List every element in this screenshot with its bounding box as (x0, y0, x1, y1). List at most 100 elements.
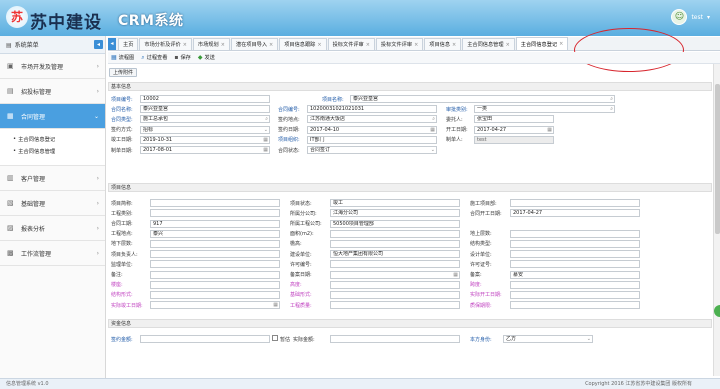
tab-market-analysis[interactable]: 市场分析及评价 × (139, 38, 192, 50)
remark-field[interactable] (150, 270, 280, 279)
send-button[interactable]: ◆ 发送 (198, 54, 215, 61)
contract-status-select[interactable]: 合同签订 ⌄ (307, 146, 437, 155)
user-menu[interactable]: ☺ test ▾ (671, 9, 710, 25)
builder-field[interactable]: 恒大地产集团有限公司 (330, 250, 460, 259)
project-code-field[interactable]: 10002 (140, 95, 270, 104)
sidebar-item-customer[interactable]: ▥ 客户管理 › (0, 166, 105, 191)
tab-project-tracking[interactable]: 项目信息跟踪 × (279, 38, 327, 50)
record-person-field[interactable]: 慕安 (510, 270, 640, 279)
org-field[interactable]: IT部门 (307, 135, 437, 144)
sign-method-select[interactable]: 招标 ⌄ (140, 125, 270, 134)
above-field[interactable] (510, 229, 640, 238)
sidebar-item-bidding[interactable]: ▤ 招投标管理 › (0, 79, 105, 104)
warranty-field[interactable] (510, 301, 640, 310)
submenu-contract-register[interactable]: • 主合同信息登记 (0, 133, 105, 145)
close-icon[interactable]: × (506, 42, 510, 48)
calendar-icon[interactable]: ▦ (263, 147, 268, 153)
tab-bid-review-2[interactable]: 投标文件评审 × (375, 38, 424, 50)
contract-type-field[interactable]: 施工总承包 ⌕ (140, 115, 270, 124)
search-icon[interactable]: ⌕ (610, 106, 613, 112)
quality-field[interactable] (330, 301, 460, 310)
close-icon[interactable]: × (317, 42, 321, 48)
floating-side-button[interactable] (714, 305, 720, 317)
struct-field[interactable] (510, 239, 640, 248)
actual-finish-field[interactable]: ▦ (150, 301, 280, 310)
close-icon[interactable]: × (414, 42, 418, 48)
below-field[interactable] (150, 239, 280, 248)
delegate-field[interactable]: 张宝田 (474, 115, 554, 124)
sign-place-field[interactable]: 江苏南通大饭店 ⌕ (307, 115, 437, 124)
dept-field[interactable]: 50500项目管理部 (330, 219, 460, 228)
contract-code-field[interactable]: 10200031021021031 (307, 105, 437, 114)
collapse-sidebar-button[interactable]: ◂ (94, 40, 103, 49)
search-icon[interactable]: ⌕ (432, 116, 435, 122)
search-icon[interactable]: ⌕ (610, 96, 613, 102)
close-icon[interactable]: × (269, 42, 273, 48)
close-icon[interactable]: × (559, 41, 563, 47)
sidebar-item-report[interactable]: ▨ 报表分析 › (0, 216, 105, 241)
tab-project-info[interactable]: 项目信息 × (424, 38, 462, 50)
flowchart-button[interactable]: ▦ 流程图 (111, 54, 134, 61)
close-icon[interactable]: × (183, 42, 187, 48)
amount-field[interactable] (140, 335, 270, 344)
calendar-icon[interactable]: ▦ (273, 302, 278, 308)
proj-dept-field[interactable] (510, 199, 640, 208)
create-date-field[interactable]: 2017-08-01 ▦ (140, 146, 270, 155)
record-date-field[interactable]: ▦ (330, 270, 460, 279)
span-field[interactable] (510, 280, 640, 289)
height2-field[interactable] (330, 280, 460, 289)
close-icon[interactable]: × (221, 42, 225, 48)
calendar-icon[interactable]: ▦ (547, 127, 552, 133)
building-field[interactable] (150, 280, 280, 289)
branch-field[interactable]: 江海分公司 (330, 209, 460, 218)
calendar-icon[interactable]: ▦ (430, 127, 435, 133)
location-field[interactable]: 泰兴 (150, 229, 280, 238)
vertical-scrollbar[interactable] (713, 64, 720, 376)
scrollbar-thumb[interactable] (715, 84, 720, 234)
height-field[interactable] (330, 239, 460, 248)
close-icon[interactable]: × (366, 42, 370, 48)
actual-start-field[interactable] (510, 290, 640, 299)
tax-checkbox[interactable] (272, 335, 278, 342)
contract-name-field[interactable]: 泰兴亚皇宫 (140, 105, 270, 114)
submenu-contract-manage[interactable]: • 主合同信息管理 (0, 145, 105, 157)
project-name-field[interactable]: 泰兴亚皇宫 ⌕ (350, 95, 615, 104)
manager-field[interactable] (150, 250, 280, 259)
tab-contract-manage[interactable]: 主合同信息管理 × (462, 38, 515, 50)
close-icon[interactable]: × (452, 42, 456, 48)
start-date-field[interactable]: 2017-04-27 ▦ (474, 125, 554, 134)
area-field[interactable] (330, 229, 460, 238)
proj-type-field[interactable] (150, 209, 280, 218)
finish-date-field[interactable]: 2019-10-31 ▦ (140, 135, 270, 144)
party-select[interactable]: 乙方 ⌄ (503, 335, 593, 344)
upload-attachment-button[interactable]: 上传附件 (109, 68, 138, 77)
tab-potential-import[interactable]: 潜在项目导入 × (230, 38, 279, 50)
tab-contract-register[interactable]: 主合同信息登记 × (515, 37, 569, 50)
calendar-icon[interactable]: ▦ (453, 272, 458, 278)
status-field[interactable]: 竣工 (330, 199, 460, 208)
period-field[interactable]: 917 (150, 219, 280, 228)
sidebar-item-market[interactable]: ▣ 市场开发及管理 › (0, 54, 105, 79)
permit-field[interactable] (510, 260, 640, 269)
tab-bid-review-1[interactable]: 投标文件评审 × (327, 38, 375, 50)
sidebar-item-contract[interactable]: ▦ 合同管理 ⌄ (0, 104, 105, 129)
sidebar-item-basic[interactable]: ▧ 基础管理 › (0, 191, 105, 216)
save-button[interactable]: ▪ 保存 (174, 54, 190, 61)
process-view-button[interactable]: ⌕ 过程查看 (141, 54, 167, 62)
sign-date-field[interactable]: 2017-04-10 ▦ (307, 125, 437, 134)
sidebar-item-workflow[interactable]: ▩ 工作流管理 › (0, 241, 105, 266)
approval-type-field[interactable]: 一类 ⌕ (474, 105, 615, 114)
tab-market-plan[interactable]: 市场规划 × (192, 38, 230, 50)
abbr-field[interactable] (150, 199, 280, 208)
design-field[interactable] (510, 250, 640, 259)
contract-start-field[interactable]: 2017-04-27 (510, 209, 640, 218)
scroll-tabs-left-button[interactable]: ◂ (108, 38, 116, 50)
calendar-icon[interactable]: ▦ (263, 137, 268, 143)
license-field[interactable] (330, 260, 460, 269)
search-icon[interactable]: ⌕ (265, 116, 268, 122)
tab-home[interactable]: 主页 (118, 38, 139, 50)
struct-form-field[interactable] (150, 290, 280, 299)
real-amount-field[interactable] (330, 335, 460, 344)
foundation-field[interactable] (330, 290, 460, 299)
supervise-field[interactable] (150, 260, 280, 269)
